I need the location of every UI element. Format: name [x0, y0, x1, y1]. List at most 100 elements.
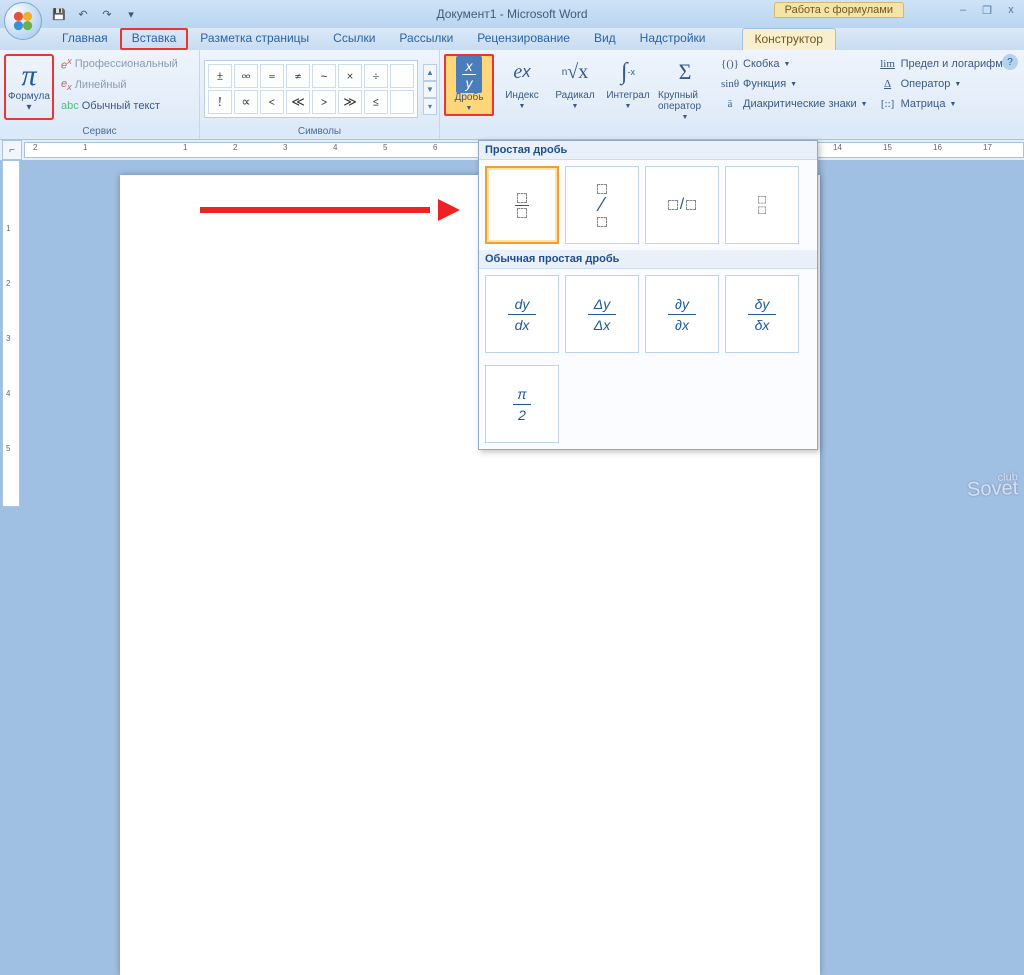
- fraction-delta[interactable]: δyδx: [725, 275, 799, 353]
- fraction-stacked[interactable]: [485, 166, 559, 244]
- sym-gg[interactable]: ≫: [338, 90, 362, 114]
- group-symbols: ± ∞ = ≠ ~ × ÷ ! ∝ < ≪ > ≫ ≤ ▲ ▼ ▾: [200, 50, 440, 139]
- restore-button[interactable]: ❐: [978, 4, 996, 20]
- chevron-down-icon: ▼: [466, 105, 473, 112]
- integral-button[interactable]: ∫-x Интеграл▼: [603, 54, 653, 112]
- qat-customize[interactable]: ▾: [120, 3, 142, 25]
- group-service: π Формула ▾ exПрофессиональный exЛинейны…: [0, 50, 200, 139]
- professional-icon: ex: [61, 56, 72, 72]
- close-button[interactable]: x: [1002, 4, 1020, 20]
- function-icon: sinθ: [721, 78, 739, 90]
- matrix-icon: [::]: [879, 98, 897, 110]
- integral-label: Интеграл: [606, 90, 649, 101]
- contextual-tab-group: Работа с формулами: [774, 2, 904, 18]
- qat-undo[interactable]: ↶: [72, 3, 94, 25]
- annotation-arrow: [200, 203, 460, 217]
- fraction-dy-dx[interactable]: dydx: [485, 275, 559, 353]
- office-button[interactable]: [4, 2, 42, 40]
- tab-addins[interactable]: Надстройки: [628, 28, 718, 50]
- symbols-scroll: ▲ ▼ ▾: [423, 64, 437, 115]
- tab-mailings[interactable]: Рассылки: [387, 28, 465, 50]
- symbols-grid: ± ∞ = ≠ ~ × ÷ ! ∝ < ≪ > ≫ ≤: [204, 60, 418, 118]
- index-icon: ex: [513, 56, 530, 88]
- index-button[interactable]: ex Индекс▼: [497, 54, 547, 112]
- fraction-skewed[interactable]: ⁄: [565, 166, 639, 244]
- window-title: Документ1 - Microsoft Word: [436, 7, 587, 21]
- function-label: Функция: [743, 78, 786, 90]
- large-op-label: Крупный оператор: [658, 90, 712, 112]
- vertical-ruler[interactable]: 12345: [2, 160, 20, 507]
- limlog-button[interactable]: limПредел и логарифм▼: [875, 54, 1018, 74]
- tab-references[interactable]: Ссылки: [321, 28, 387, 50]
- diacritic-button[interactable]: äДиакритические знаки▼: [717, 94, 872, 114]
- bracket-label: Скобка: [743, 58, 779, 70]
- group-symbols-label: Символы: [200, 124, 439, 139]
- radical-icon: n√x: [562, 56, 589, 88]
- sym-pm[interactable]: ±: [208, 64, 232, 88]
- qat-save[interactable]: 💾: [48, 3, 70, 25]
- ribbon: ? π Формула ▾ exПрофессиональный exЛиней…: [0, 50, 1024, 140]
- large-operator-button[interactable]: Σ Крупный оператор▼: [656, 54, 714, 123]
- fraction-gallery: Простая дробь ⁄ / Обычная простая дробь …: [478, 140, 818, 450]
- symbols-up[interactable]: ▲: [423, 64, 437, 81]
- tab-design[interactable]: Конструктор: [742, 28, 836, 50]
- fraction-pi-2[interactable]: π2: [485, 365, 559, 443]
- tab-view[interactable]: Вид: [582, 28, 628, 50]
- linear-label: Линейный: [75, 79, 127, 91]
- operator-button[interactable]: ΔОператор▼: [875, 74, 1018, 94]
- sym-le[interactable]: ≤: [364, 90, 388, 114]
- bracket-button[interactable]: {()}Скобка▼: [717, 54, 872, 74]
- radical-button[interactable]: n√x Радикал▼: [550, 54, 600, 112]
- symbols-more[interactable]: ▾: [423, 98, 437, 115]
- ribbon-tabs: Главная Вставка Разметка страницы Ссылки…: [0, 28, 1024, 50]
- operator-label: Оператор: [901, 78, 951, 90]
- index-label: Индекс: [505, 90, 539, 101]
- limlog-label: Предел и логарифм: [901, 58, 1003, 70]
- qat-redo[interactable]: ↷: [96, 3, 118, 25]
- sym-fact[interactable]: !: [208, 90, 232, 114]
- minimize-button[interactable]: –: [954, 4, 972, 20]
- formula-dropdown-icon: ▾: [26, 102, 31, 113]
- gallery-section-common: Обычная простая дробь: [479, 250, 817, 269]
- sym-lt[interactable]: <: [260, 90, 284, 114]
- bracket-icon: {()}: [721, 58, 739, 70]
- symbols-down[interactable]: ▼: [423, 81, 437, 98]
- sym-inf[interactable]: ∞: [234, 64, 258, 88]
- plain-text-button[interactable]: abcОбычный текст: [57, 96, 182, 116]
- group-structures: xy Дробь ▼ ex Индекс▼ n√x Радикал▼ ∫-x И…: [440, 50, 1024, 139]
- fraction-button[interactable]: xy Дробь ▼: [444, 54, 494, 116]
- operator-icon: Δ: [879, 78, 897, 90]
- fraction-Dy-Dx[interactable]: ΔyΔx: [565, 275, 639, 353]
- sym-eq[interactable]: =: [260, 64, 284, 88]
- help-icon[interactable]: ?: [1002, 54, 1018, 70]
- sym-ll[interactable]: ≪: [286, 90, 310, 114]
- title-bar: 💾 ↶ ↷ ▾ Документ1 - Microsoft Word Работ…: [0, 0, 1024, 28]
- diacritic-label: Диакритические знаки: [743, 98, 857, 110]
- function-button[interactable]: sinθФункция▼: [717, 74, 872, 94]
- frac-den: y: [466, 75, 473, 91]
- sym-neq[interactable]: ≠: [286, 64, 310, 88]
- diacritic-icon: ä: [721, 98, 739, 110]
- text-icon: abc: [61, 100, 79, 112]
- formula-button[interactable]: π Формула ▾: [4, 54, 54, 120]
- tab-home[interactable]: Главная: [50, 28, 120, 50]
- linear-icon: ex: [61, 78, 72, 92]
- sym-times[interactable]: ×: [338, 64, 362, 88]
- sym-div[interactable]: ÷: [364, 64, 388, 88]
- tab-review[interactable]: Рецензирование: [465, 28, 582, 50]
- sym-tilde[interactable]: ~: [312, 64, 336, 88]
- tab-page-layout[interactable]: Разметка страницы: [188, 28, 321, 50]
- fraction-partial[interactable]: ∂y∂x: [645, 275, 719, 353]
- quick-access-toolbar: 💾 ↶ ↷ ▾: [48, 3, 142, 25]
- tab-insert[interactable]: Вставка: [120, 28, 189, 50]
- window-controls: – ❐ x: [954, 4, 1020, 20]
- sym-prop[interactable]: ∝: [234, 90, 258, 114]
- sym-gt[interactable]: >: [312, 90, 336, 114]
- linear-button[interactable]: exЛинейный: [57, 75, 182, 95]
- fraction-linear[interactable]: /: [645, 166, 719, 244]
- tab-selector[interactable]: ⌐: [2, 140, 22, 160]
- matrix-button[interactable]: [::]Матрица▼: [875, 94, 1018, 114]
- group-structures-label: [440, 124, 1024, 139]
- professional-button[interactable]: exПрофессиональный: [57, 54, 182, 74]
- fraction-small[interactable]: [725, 166, 799, 244]
